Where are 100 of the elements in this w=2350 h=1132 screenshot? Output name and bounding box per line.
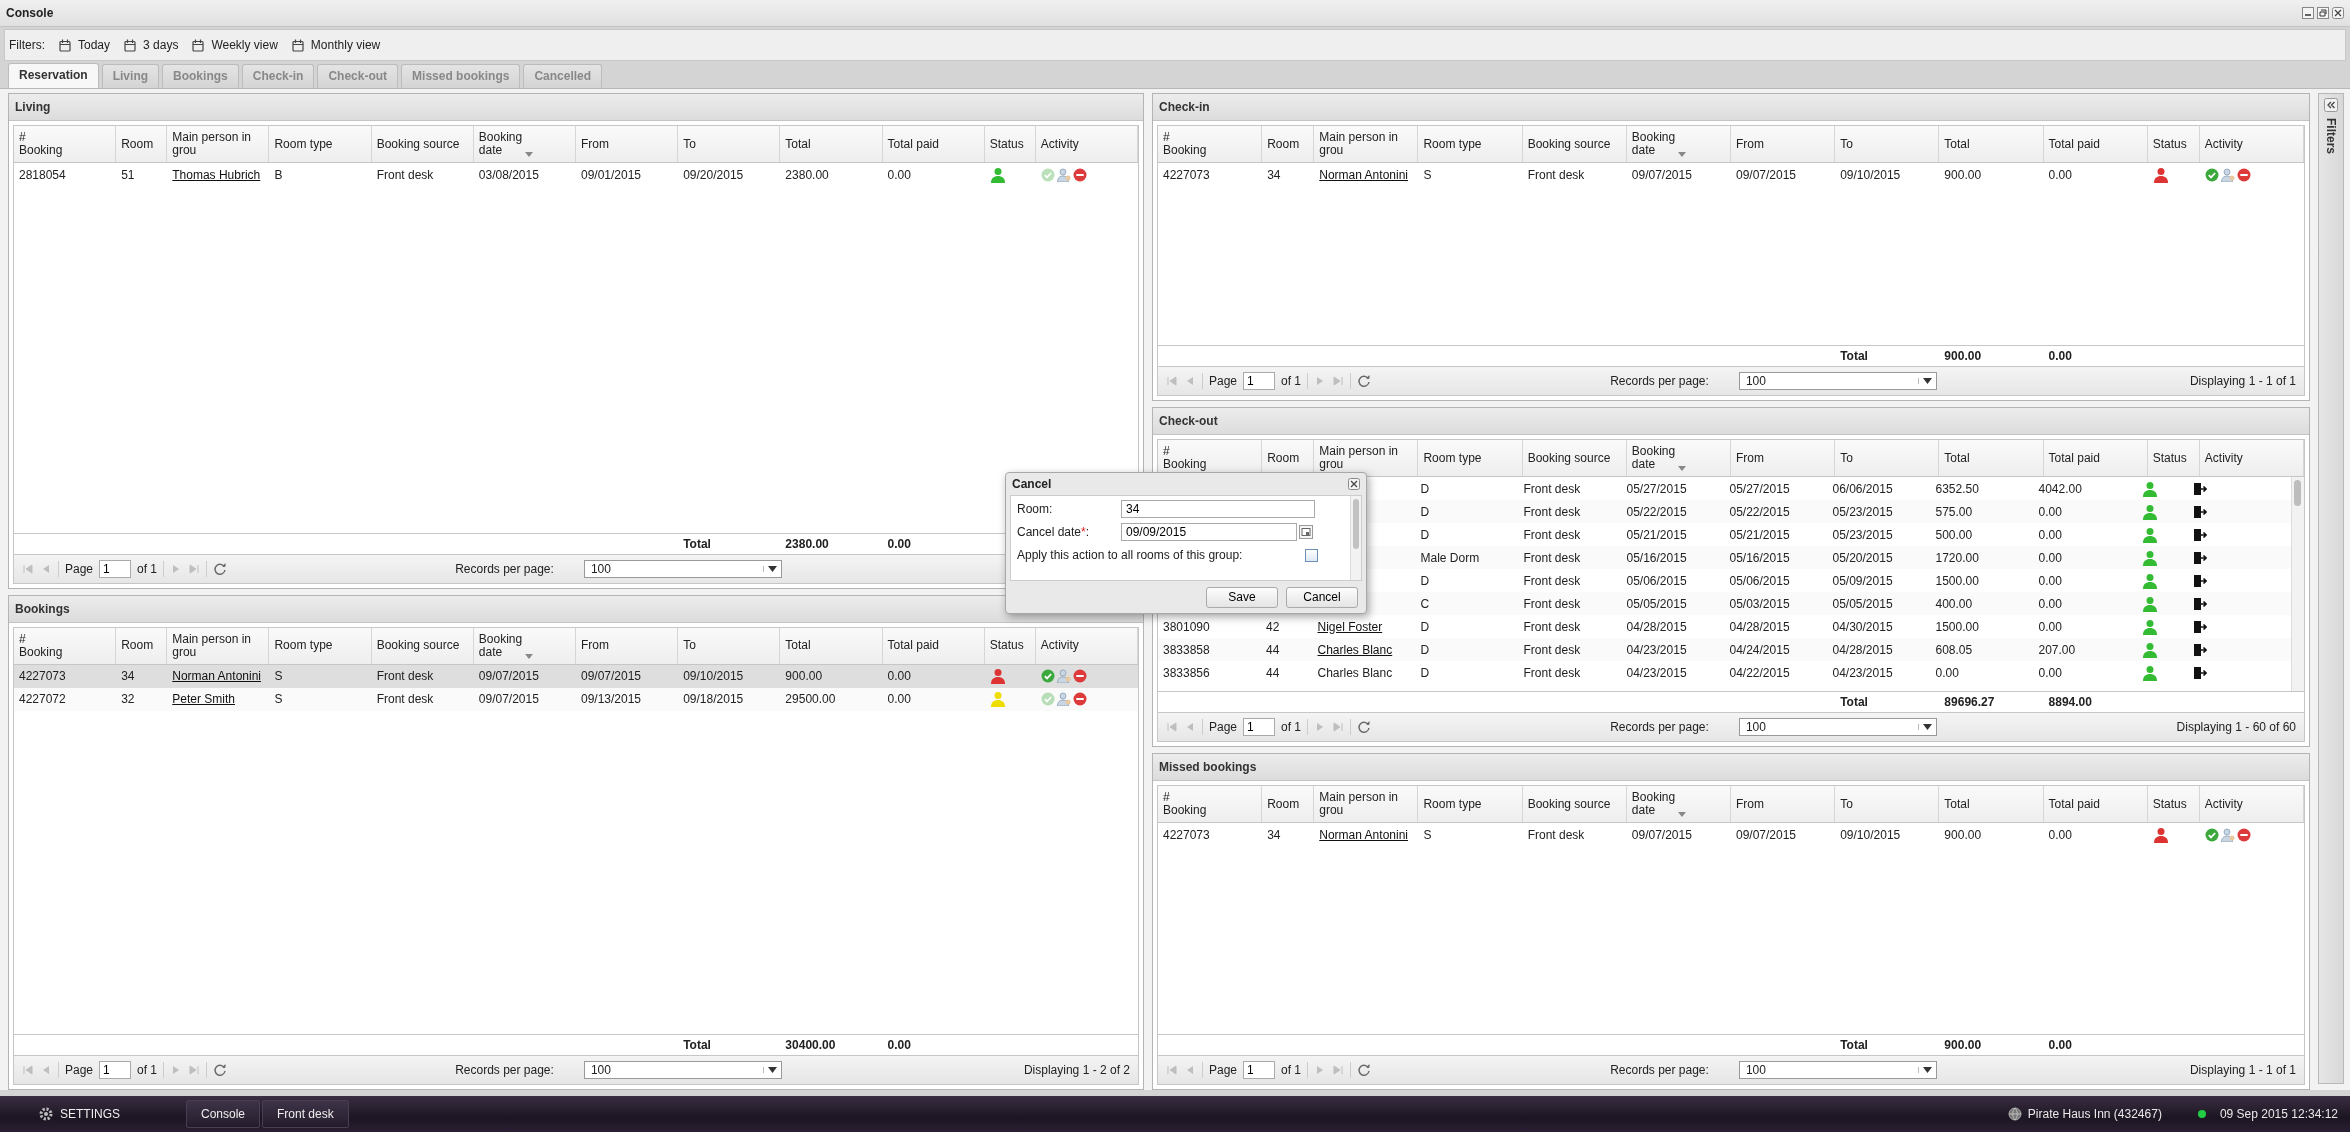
column-header[interactable]: Booking date: [1631, 131, 1676, 157]
page-field[interactable]: 1: [99, 559, 132, 578]
tab[interactable]: Reservation: [8, 63, 99, 88]
column-header[interactable]: Booking source: [376, 137, 460, 151]
column-header[interactable]: # Booking: [19, 632, 63, 659]
column-header[interactable]: # Booking: [1163, 791, 1207, 817]
check-icon[interactable]: [1040, 692, 1055, 706]
column-header[interactable]: Booking date: [478, 131, 523, 157]
minus-icon[interactable]: [2236, 167, 2251, 182]
filter-button[interactable]: 3 days: [124, 38, 179, 52]
column-header[interactable]: Booking source: [1527, 797, 1611, 811]
last-page-icon[interactable]: [188, 562, 201, 575]
column-header[interactable]: Activity: [2204, 137, 2243, 151]
exit-icon[interactable]: [2193, 619, 2207, 634]
column-header[interactable]: Room type: [1423, 451, 1482, 465]
exit-icon[interactable]: [2193, 527, 2207, 542]
table-row[interactable]: 3801090 42 Nigel Foster D Front desk 04/28/2015 04/28/2015 04/30/2015 1500.00 0.00: [1158, 615, 2291, 638]
user-icon[interactable]: [2220, 167, 2235, 182]
refresh-icon[interactable]: [213, 1063, 228, 1077]
column-header[interactable]: Activity: [1040, 639, 1079, 652]
close-icon[interactable]: [2332, 7, 2344, 19]
close-icon[interactable]: [1348, 478, 1360, 490]
minus-icon[interactable]: [1072, 669, 1087, 683]
column-header[interactable]: Activity: [2204, 451, 2243, 465]
dialog-button[interactable]: Cancel: [1286, 586, 1358, 608]
dialog-button[interactable]: Save: [1206, 586, 1278, 608]
minus-icon[interactable]: [2236, 827, 2251, 842]
column-header[interactable]: Room: [1267, 451, 1300, 465]
column-header[interactable]: Main person in grou: [172, 632, 264, 659]
column-header[interactable]: Booking date: [478, 632, 523, 659]
first-page-icon[interactable]: [22, 1064, 34, 1076]
exit-icon[interactable]: [2193, 642, 2207, 657]
table-row[interactable]: 4227072 32 Peter Smith S Front desk 09/07/2015 09/13/2015 09/18/2015 29500.00 0.00: [14, 687, 1138, 711]
column-header[interactable]: Status: [989, 137, 1024, 151]
person-link[interactable]: Norman Antonini: [172, 669, 261, 683]
column-header[interactable]: Activity: [2204, 797, 2243, 811]
restore-icon[interactable]: [2317, 7, 2329, 19]
exit-icon[interactable]: [2193, 481, 2207, 496]
column-header[interactable]: Total: [1944, 451, 1970, 465]
records-per-page-dropdown[interactable]: 100: [1738, 1061, 1937, 1079]
exit-icon[interactable]: [2193, 573, 2207, 588]
user-icon[interactable]: [1056, 692, 1071, 706]
column-header[interactable]: # Booking: [1163, 445, 1207, 471]
side-panel-title[interactable]: Filters: [2324, 118, 2338, 154]
taskbar-button[interactable]: Console: [186, 1100, 261, 1128]
exit-icon[interactable]: [2193, 504, 2207, 519]
column-header[interactable]: Total: [785, 639, 811, 652]
column-header[interactable]: Main person in grou: [1319, 445, 1413, 471]
settings-button[interactable]: SETTINGS: [24, 1101, 162, 1127]
column-header[interactable]: Status: [2152, 137, 2187, 151]
scrollbar[interactable]: [2291, 477, 2304, 691]
records-per-page-dropdown[interactable]: 100: [583, 559, 782, 578]
column-header[interactable]: Room type: [274, 137, 333, 151]
column-header[interactable]: Room: [121, 639, 154, 652]
first-page-icon[interactable]: [1166, 375, 1178, 387]
exit-icon[interactable]: [2193, 665, 2207, 680]
column-header[interactable]: To: [1840, 797, 1853, 811]
column-header[interactable]: Room type: [1423, 137, 1482, 151]
column-header[interactable]: Total paid: [887, 639, 939, 652]
column-header[interactable]: From: [581, 137, 609, 151]
records-per-page-dropdown[interactable]: 100: [583, 1061, 782, 1079]
column-header[interactable]: Total paid: [887, 137, 939, 151]
person-link[interactable]: Norman Antonini: [1319, 827, 1408, 842]
table-row[interactable]: 2818054 51 Thomas Hubrich B Front desk 03/08/2015 09/01/2015 09/20/2015 2380.00 0.00: [14, 163, 1138, 186]
check-icon[interactable]: [2204, 167, 2219, 182]
column-header[interactable]: Room: [121, 137, 154, 151]
table-row[interactable]: 4227073 34 Norman Antonini S Front desk 09/07/2015 09/07/2015 09/10/2015 900.00 0.00: [14, 664, 1138, 688]
column-header[interactable]: To: [1840, 137, 1853, 151]
check-icon[interactable]: [2204, 827, 2219, 842]
date-field[interactable]: 09/09/2015: [1121, 523, 1297, 541]
column-header[interactable]: To: [683, 639, 696, 652]
last-page-icon[interactable]: [1332, 721, 1345, 733]
column-header[interactable]: Total paid: [2048, 451, 2100, 465]
filter-button[interactable]: Monthly view: [291, 38, 381, 52]
minus-icon[interactable]: [1072, 167, 1087, 182]
column-header[interactable]: Main person in grou: [1319, 131, 1413, 157]
column-header[interactable]: From: [1736, 797, 1764, 811]
last-page-icon[interactable]: [1332, 375, 1345, 387]
first-page-icon[interactable]: [22, 562, 34, 575]
exit-icon[interactable]: [2193, 596, 2207, 611]
minus-icon[interactable]: [1072, 692, 1087, 706]
person-link[interactable]: Nigel Foster: [1317, 619, 1383, 634]
column-header[interactable]: From: [1736, 451, 1764, 465]
column-header[interactable]: Status: [989, 639, 1024, 652]
user-icon[interactable]: [2220, 827, 2235, 842]
page-field[interactable]: 1: [1243, 718, 1276, 736]
column-header[interactable]: Total paid: [2048, 797, 2100, 811]
last-page-icon[interactable]: [188, 1064, 201, 1076]
table-row[interactable]: 3833858 44 Charles Blanc D Front desk 04/23/2015 04/24/2015 04/28/2015 608.05 207.00: [1158, 638, 2291, 661]
column-header[interactable]: Main person in grou: [1319, 791, 1413, 817]
column-header[interactable]: Activity: [1040, 137, 1079, 151]
column-header[interactable]: Total: [1944, 797, 1970, 811]
refresh-icon[interactable]: [1357, 1063, 1372, 1077]
exit-icon[interactable]: [2193, 550, 2207, 565]
minimize-icon[interactable]: [2302, 7, 2314, 19]
column-header[interactable]: # Booking: [19, 131, 63, 157]
page-field[interactable]: 1: [1243, 372, 1276, 390]
table-row[interactable]: D Front desk 05/27/2015 05/27/2015 06/06/2015 6352.50 4042.00: [1158, 477, 2291, 500]
column-header[interactable]: Total: [785, 137, 811, 151]
column-header[interactable]: To: [683, 137, 696, 151]
